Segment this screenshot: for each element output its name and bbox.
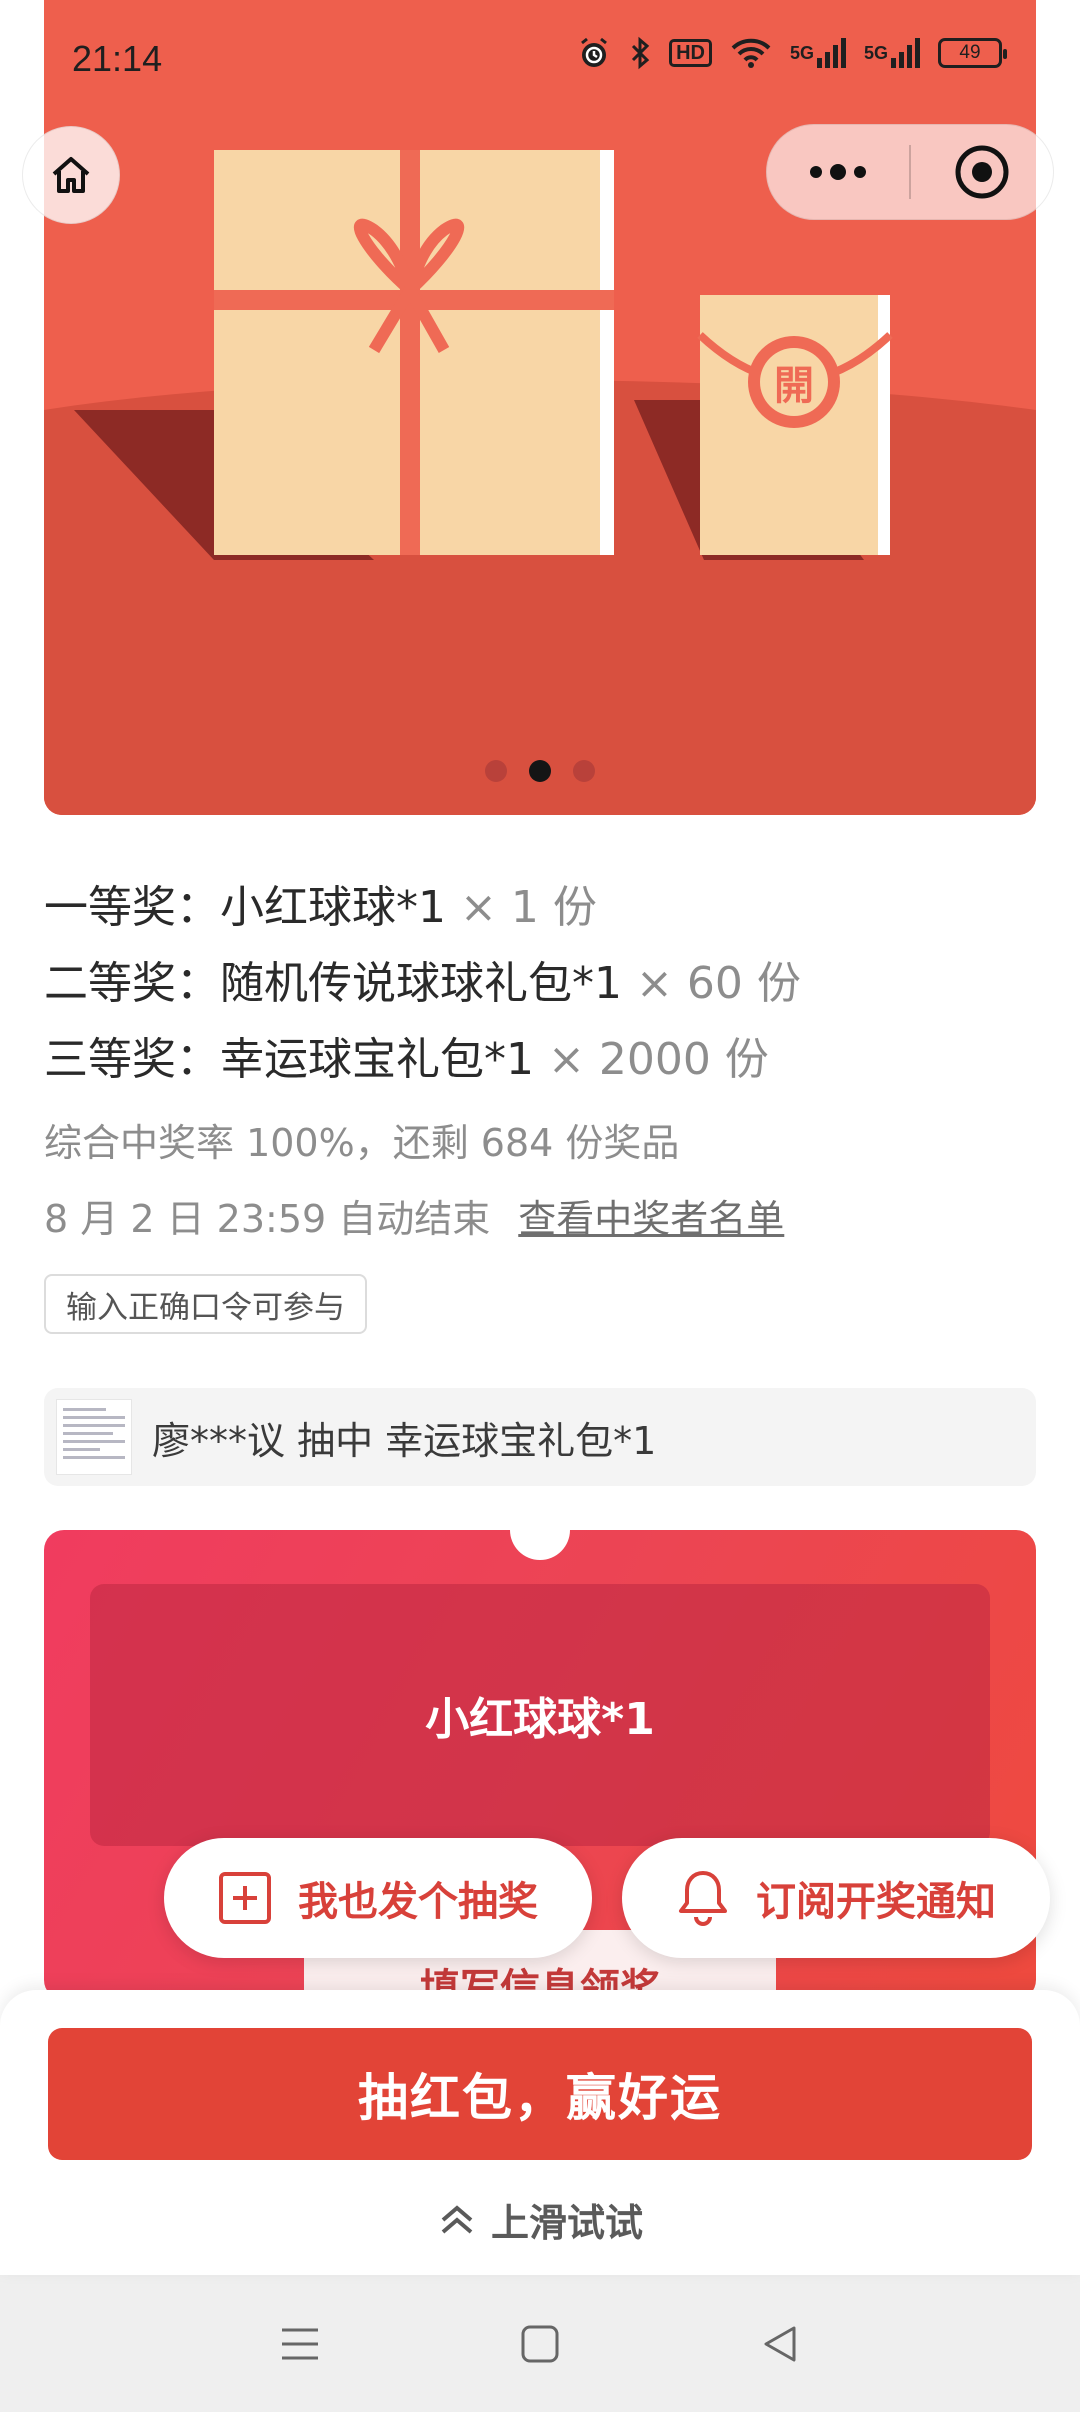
banner-carousel[interactable]: 開 [44,0,1036,815]
home-button[interactable] [22,126,120,224]
gift-illustration [44,0,1036,815]
status-bar: 21:14 HD 5G 5G 49 [0,0,1080,120]
prize-count: × 2000 份 [534,1034,769,1085]
winner-ticker: 廖***议 抽中 幸运球宝礼包*1 [44,1388,1036,1486]
close-miniprogram-button[interactable] [911,144,1053,200]
prize-line-second: 二等奖：随机传说球球礼包*1 × 60 份 [44,946,801,1022]
prize-line-third: 三等奖：幸运球宝礼包*1 × 2000 份 [44,1022,801,1098]
signal-icon-2: 5G [864,38,920,68]
swipe-up-hint[interactable]: 上滑试试 [0,2192,1080,2247]
winner-list-link[interactable]: 查看中奖者名单 [518,1197,784,1241]
passcode-tag[interactable]: 输入正确口令可参与 [44,1274,367,1334]
prize-count: × 1 份 [446,882,597,933]
prize-level: 三等奖： [44,1034,220,1085]
alarm-icon [577,36,611,70]
bluetooth-icon [629,36,651,70]
capsule-menu [766,124,1054,220]
swipe-hint-label: 上滑试试 [490,2201,643,2245]
network-type-1: 5G [789,42,814,63]
battery-icon: 49 [938,38,1007,68]
card-notch [510,1530,570,1560]
seal-text: 開 [774,362,814,409]
carousel-dots [44,760,1036,782]
network-type-2: 5G [863,42,888,63]
battery-level: 49 [959,42,981,63]
wifi-icon [730,37,772,69]
prize-level: 二等奖： [44,958,220,1009]
status-icons: HD 5G 5G 49 [577,36,1007,70]
carousel-dot[interactable] [573,760,595,782]
card-prize-name: 小红球球*1 [425,1694,655,1745]
launch-lottery-label: 我也发个抽奖 [298,1879,538,1925]
carousel-dot-active[interactable] [529,760,551,782]
subscribe-notice-label: 订阅开奖通知 [756,1879,996,1925]
more-dots-icon [810,164,866,180]
home-icon [52,157,90,193]
system-nav-bar [0,2275,1080,2412]
bottom-sheet: 抽红包，赢好运 上滑试试 [0,1990,1080,2275]
carousel-dot[interactable] [485,760,507,782]
draw-red-packet-button[interactable]: 抽红包，赢好运 [48,2028,1032,2160]
end-time-text: 8 月 2 日 23:59 自动结束 [44,1197,491,1241]
double-chevron-up-icon [441,2204,473,2234]
signal-icon-1: 5G [790,38,846,68]
bell-icon [679,1871,727,1926]
status-time: 21:14 [72,38,163,79]
more-options-button[interactable] [767,164,909,180]
prize-name: 随机传说球球礼包*1 [220,958,622,1009]
launch-lottery-button[interactable]: 我也发个抽奖 [164,1838,592,1958]
subscribe-notice-button[interactable]: 订阅开奖通知 [622,1838,1050,1958]
back-icon[interactable] [760,2324,800,2364]
add-square-icon [219,1872,271,1924]
prize-panel: 小红球球*1 [90,1584,990,1846]
menu-icon[interactable] [280,2324,320,2364]
win-rate-text: 综合中奖率 100%，还剩 684 份奖品 [44,1121,680,1165]
end-time-line: 8 月 2 日 23:59 自动结束 查看中奖者名单 [44,1188,784,1243]
prize-name: 小红球球*1 [220,882,446,933]
prize-name: 幸运球宝礼包*1 [220,1034,534,1085]
prize-level: 一等奖： [44,882,220,933]
prize-list: 一等奖：小红球球*1 × 1 份 二等奖：随机传说球球礼包*1 × 60 份 三… [44,870,801,1098]
prize-count: × 60 份 [622,958,801,1009]
hd-icon: HD [669,39,712,67]
prize-line-first: 一等奖：小红球球*1 × 1 份 [44,870,801,946]
target-close-icon [955,145,1009,199]
ticker-text: 廖***议 抽中 幸运球宝礼包*1 [152,1418,657,1463]
home-square-icon[interactable] [520,2324,560,2364]
winner-avatar [56,1399,132,1475]
